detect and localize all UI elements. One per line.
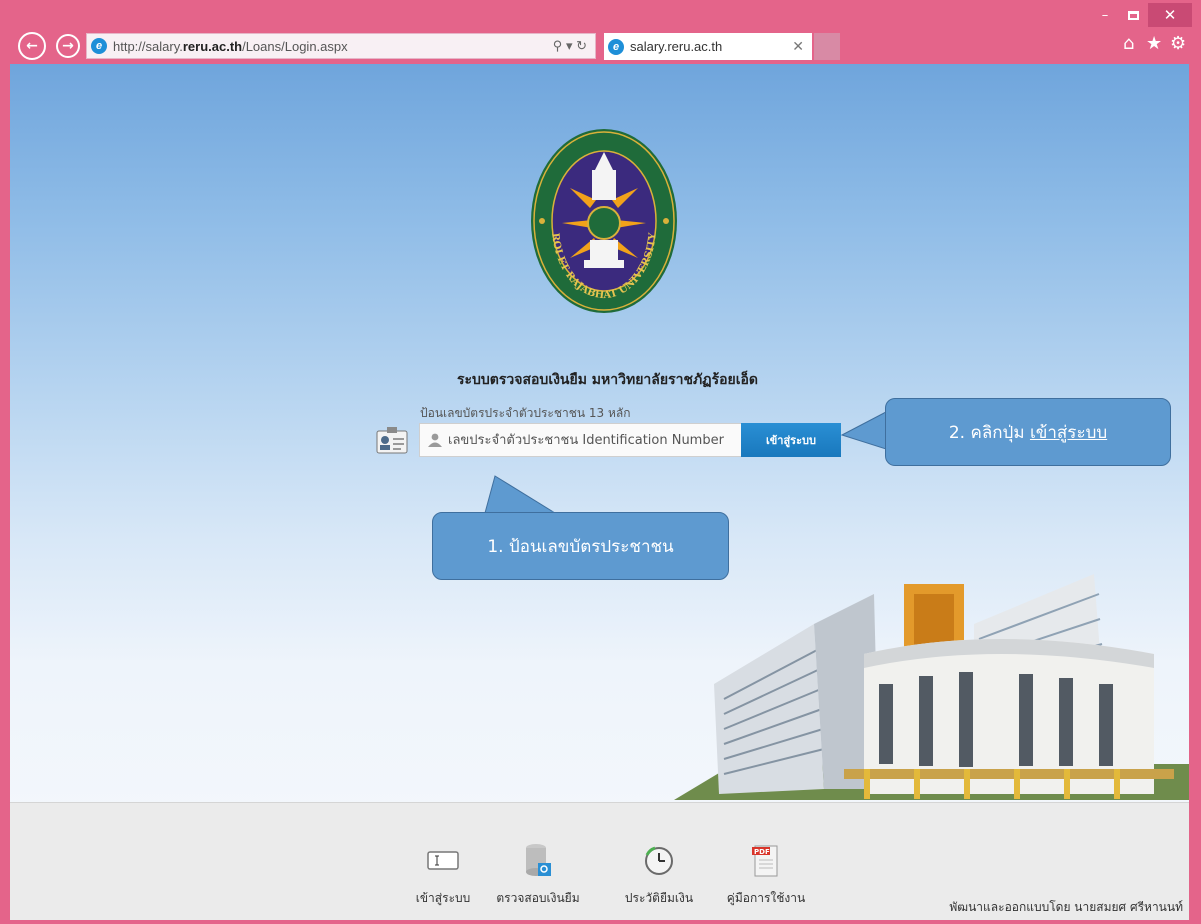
footer-bar: เข้าสู่ระบบ ตรวจสอบเงินยืม ประวัติยืมเงิ…: [10, 802, 1189, 920]
database-search-icon: [526, 844, 551, 876]
url-path: /Loans/Login.aspx: [242, 38, 348, 54]
footer-item-history-label: ประวัติยืมเงิน: [624, 891, 694, 905]
page-content: ROI ET RAJABHAT UNIVERSITY ระบบตรวจสอบเง…: [10, 64, 1189, 920]
back-button[interactable]: ←: [18, 32, 46, 60]
svg-text:PDF: PDF: [754, 848, 770, 856]
pdf-icon: PDF: [752, 845, 778, 877]
history-clock-icon: [645, 846, 673, 875]
footer-item-manual-label: คู่มือการใช้งาน: [726, 891, 806, 905]
browser-tab[interactable]: e salary.reru.ac.th ✕: [604, 33, 812, 60]
home-icon[interactable]: ⌂: [1123, 33, 1134, 54]
minimize-button[interactable]: –: [1092, 3, 1118, 27]
settings-gear-icon[interactable]: ⚙: [1170, 33, 1186, 54]
dropdown-icon[interactable]: ▾: [566, 38, 573, 53]
favorites-star-icon[interactable]: ★: [1146, 33, 1162, 54]
callout2-pointer: [840, 411, 887, 450]
footer-item-history[interactable]: ประวัติยืมเงิน: [599, 843, 719, 908]
browser-window: – ✕ ← → e http://salary.reru.ac.th/Loans…: [0, 0, 1201, 924]
search-icon[interactable]: ⚲: [553, 38, 563, 53]
url-prefix: http://salary.: [113, 38, 183, 54]
address-bar[interactable]: e http://salary.reru.ac.th/Loans/Login.a…: [86, 33, 596, 59]
footer-item-check-loan[interactable]: ตรวจสอบเงินยืม: [478, 843, 598, 908]
url-domain: reru.ac.th: [182, 38, 243, 54]
tab-ie-icon: e: [608, 38, 624, 55]
close-window-button[interactable]: ✕: [1148, 3, 1192, 27]
tab-close-icon[interactable]: ✕: [792, 38, 804, 55]
footer-item-check-loan-label: ตรวจสอบเงินยืม: [496, 891, 580, 905]
forward-button[interactable]: →: [56, 34, 80, 58]
login-icon: [427, 851, 459, 870]
callout-step2: 2. คลิกปุ่ม เข้าสู่ระบบ: [885, 398, 1171, 466]
footer-item-manual[interactable]: PDF คู่มือการใช้งาน: [706, 843, 826, 908]
maximize-icon: [1127, 10, 1139, 20]
back-arrow-icon: ←: [26, 38, 38, 54]
tab-title: salary.reru.ac.th: [630, 39, 723, 54]
address-tools[interactable]: ⚲ ▾ ↻: [553, 38, 587, 54]
url-text[interactable]: http://salary.reru.ac.th/Loans/Login.asp…: [113, 39, 348, 54]
callout-step2-link: เข้าสู่ระบบ: [1029, 422, 1108, 443]
developer-credit: พัฒนาและออกแบบโดย นายสมยศ ศรีหานนท์: [949, 900, 1183, 914]
refresh-icon[interactable]: ↻: [576, 38, 587, 53]
forward-arrow-icon: →: [62, 38, 74, 54]
university-building-image: [674, 574, 1189, 800]
callout1-pointer: [484, 475, 557, 514]
ie-icon: e: [91, 38, 107, 54]
new-tab-button[interactable]: [814, 33, 840, 60]
maximize-button[interactable]: [1120, 3, 1146, 27]
